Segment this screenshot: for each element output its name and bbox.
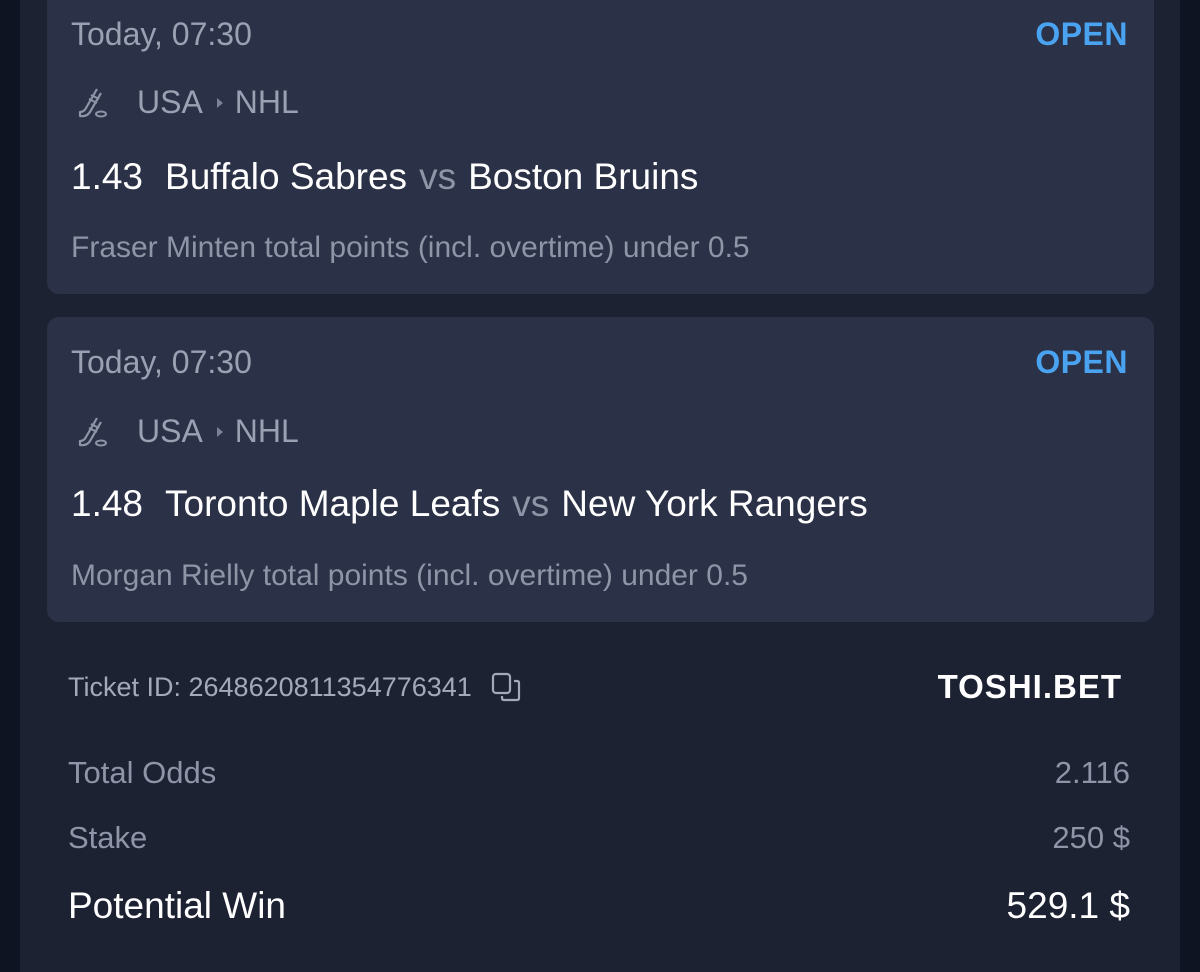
hockey-icon xyxy=(78,87,107,117)
total-odds-value: 2.116 xyxy=(1054,755,1130,790)
vs-label: vs xyxy=(419,156,457,197)
league-breadcrumb: USA NHL xyxy=(71,84,1128,121)
ticket-id-row: Ticket ID: 2648620811354776341 xyxy=(68,671,522,703)
bet-odds: 1.43 xyxy=(71,156,144,197)
match-line: 1.43 Buffalo Sabres vs Boston Bruins xyxy=(71,156,1128,198)
brand-logo: TOSHI.BET xyxy=(937,668,1122,705)
hockey-icon xyxy=(78,416,107,446)
bet-time: Today, 07:30 xyxy=(71,16,252,52)
stake-row: Stake 250 $ xyxy=(68,820,1130,856)
total-odds-row: Total Odds 2.116 xyxy=(68,755,1130,791)
copy-icon[interactable] xyxy=(490,671,522,703)
status-badge: OPEN xyxy=(1035,344,1128,380)
chevron-right-icon xyxy=(216,426,223,437)
home-team: Buffalo Sabres xyxy=(165,156,408,197)
vs-label: vs xyxy=(512,483,550,524)
match-line: 1.48 Toronto Maple Leafs vs New York Ranger… xyxy=(71,483,1128,525)
market-description: Fraser Minten total points (incl. overti… xyxy=(71,231,750,264)
country-label: USA xyxy=(137,84,203,120)
home-team: Toronto Maple Leafs xyxy=(165,483,501,524)
ticket-id: Ticket ID: 2648620811354776341 xyxy=(68,671,472,702)
market-description: Morgan Rielly total points (incl. overti… xyxy=(71,559,748,592)
bet-card[interactable]: Today, 07:30 OPEN USA NHL 1.43 Buffalo Sa… xyxy=(47,0,1154,294)
bet-card[interactable]: Today, 07:30 OPEN USA NHL 1.48 Toronto Ma… xyxy=(47,317,1154,622)
potential-win-value: 529.1 $ xyxy=(1006,885,1130,926)
stake-label: Stake xyxy=(68,820,148,855)
stake-value: 250 $ xyxy=(1052,820,1130,855)
potential-win-label: Potential Win xyxy=(68,885,286,926)
league-label: NHL xyxy=(234,84,299,120)
bet-time: Today, 07:30 xyxy=(71,344,252,380)
potential-win-row: Potential Win 529.1 $ xyxy=(68,885,1130,927)
league-breadcrumb: USA NHL xyxy=(71,413,1128,450)
country-label: USA xyxy=(137,413,203,449)
league-label: NHL xyxy=(234,413,299,449)
away-team: Boston Bruins xyxy=(468,156,699,197)
total-odds-label: Total Odds xyxy=(68,755,217,790)
chevron-right-icon xyxy=(216,97,223,108)
away-team: New York Rangers xyxy=(561,483,868,524)
status-badge: OPEN xyxy=(1035,16,1128,52)
bet-odds: 1.48 xyxy=(71,483,144,524)
